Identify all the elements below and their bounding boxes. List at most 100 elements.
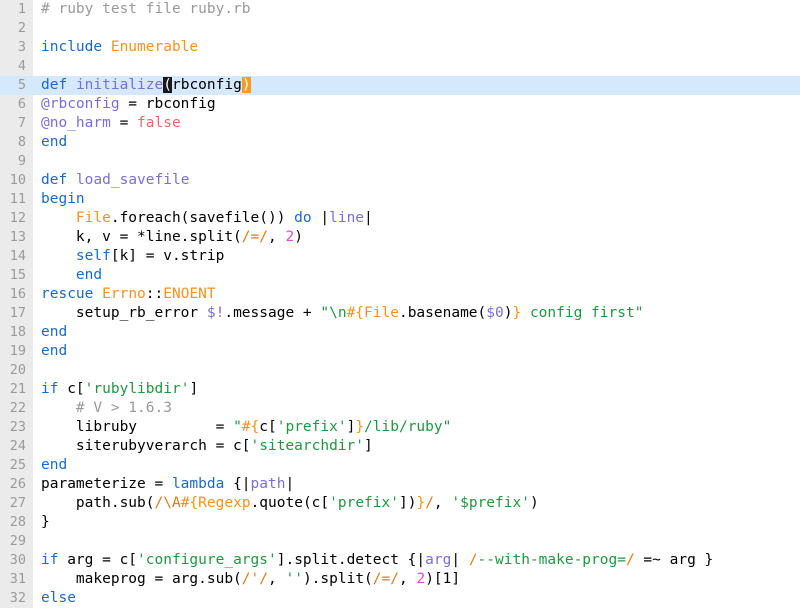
code-token: 2 bbox=[416, 571, 426, 587]
code-token: File bbox=[75, 210, 111, 226]
code-line[interactable]: 19 end bbox=[0, 342, 800, 361]
code-token: # ruby test file ruby.rb bbox=[41, 1, 251, 17]
code-line[interactable]: 22 # V > 1.6.3 bbox=[0, 399, 800, 418]
code-token: 'sitearchdir' bbox=[250, 438, 365, 454]
code-line-text: siterubyverarch = c['sitearchdir'] bbox=[33, 437, 373, 456]
code-line[interactable]: 14 self[k] = v.strip bbox=[0, 247, 800, 266]
line-number: 22 bbox=[0, 399, 33, 418]
line-number: 29 bbox=[0, 532, 33, 551]
code-line[interactable]: 9 bbox=[0, 152, 800, 171]
code-line[interactable]: 31 makeprog = arg.sub(/'/, '').split(/=/… bbox=[0, 570, 800, 589]
code-token: def bbox=[41, 77, 68, 93]
code-line-text: end bbox=[33, 323, 67, 342]
code-token: if bbox=[41, 552, 59, 568]
code-line-text: # V > 1.6.3 bbox=[33, 399, 172, 418]
code-line[interactable]: 6 @rbconfig = rbconfig bbox=[0, 95, 800, 114]
line-number: 28 bbox=[0, 513, 33, 532]
code-line[interactable]: 26 parameterize = lambda {|path| bbox=[0, 475, 800, 494]
code-token: include bbox=[41, 39, 103, 55]
code-token: .basename( bbox=[398, 305, 487, 321]
code-line[interactable]: 2 bbox=[0, 19, 800, 38]
line-number: 17 bbox=[0, 304, 33, 323]
code-line-text: rescue Errno::ENOENT bbox=[33, 285, 216, 304]
code-line[interactable]: 18 end bbox=[0, 323, 800, 342]
code-editor[interactable]: 1 # ruby test file ruby.rb 2 3 include Enume… bbox=[0, 0, 800, 608]
code-token: end bbox=[41, 134, 68, 150]
code-line-text: @no_harm = false bbox=[33, 114, 181, 133]
code-token: /'/ bbox=[241, 571, 268, 587]
code-token: | bbox=[311, 210, 330, 226]
code-line[interactable]: 30 if arg = c['configure_args'].split.det… bbox=[0, 551, 800, 570]
line-number: 23 bbox=[0, 418, 33, 437]
code-token: , bbox=[268, 229, 286, 245]
code-token: Errno bbox=[102, 286, 146, 302]
code-line[interactable]: 5 def initialize(rbconfig) bbox=[0, 76, 800, 95]
code-line-text: else bbox=[33, 589, 76, 608]
code-token: do bbox=[294, 210, 312, 226]
code-line[interactable]: 27 path.sub(/\A#{Regexp.quote(c['prefix'… bbox=[0, 494, 800, 513]
code-token: rescue bbox=[41, 286, 94, 302]
code-line[interactable]: 20 bbox=[0, 361, 800, 380]
code-token: lambda bbox=[171, 476, 225, 492]
code-line[interactable]: 28} bbox=[0, 513, 800, 532]
code-token: --with-make-prog= bbox=[477, 552, 626, 568]
code-token: , bbox=[433, 495, 452, 511]
code-line[interactable]: 10 def load_savefile bbox=[0, 171, 800, 190]
code-token: begin bbox=[41, 191, 85, 207]
code-line-text: include Enumerable bbox=[33, 38, 198, 57]
code-token: | bbox=[364, 210, 373, 226]
code-line-text: parameterize = lambda {|path| bbox=[33, 475, 294, 494]
code-line[interactable]: 32 else bbox=[0, 589, 800, 608]
code-token: def bbox=[41, 172, 68, 188]
code-token: setup_rb_error bbox=[41, 305, 207, 321]
code-token: 'configure_args' bbox=[137, 552, 277, 568]
code-token: Enumerable bbox=[110, 39, 199, 55]
code-token: path bbox=[250, 476, 286, 492]
code-token: if bbox=[41, 381, 59, 397]
code-token: / bbox=[425, 495, 434, 511]
code-token: } bbox=[416, 495, 426, 511]
code-token: end bbox=[41, 343, 68, 359]
code-lines-container[interactable]: 1 # ruby test file ruby.rb 2 3 include Enume… bbox=[0, 0, 800, 608]
code-token: [k] = v.strip bbox=[110, 248, 225, 264]
code-line-text: libruby = "#{c['prefix']}/lib/ruby" bbox=[33, 418, 451, 437]
code-token: } bbox=[512, 305, 522, 321]
code-line[interactable]: 29 bbox=[0, 532, 800, 551]
code-line[interactable]: 13 k, v = *line.split(/=/, 2) bbox=[0, 228, 800, 247]
code-token: ) bbox=[529, 495, 539, 511]
code-token: end bbox=[41, 457, 68, 473]
code-line[interactable]: 1 # ruby test file ruby.rb bbox=[0, 0, 800, 19]
line-number: 15 bbox=[0, 266, 33, 285]
code-token: siterubyverarch = c[ bbox=[41, 438, 251, 454]
code-line[interactable]: 21 if c['rubylibdir'] bbox=[0, 380, 800, 399]
code-line[interactable]: 17 setup_rb_error $!.message + "\n#{File… bbox=[0, 304, 800, 323]
line-number: 9 bbox=[0, 152, 33, 171]
code-line[interactable]: 12 File.foreach(savefile()) do |line| bbox=[0, 209, 800, 228]
code-token: $0 bbox=[486, 305, 504, 321]
code-line-text: def load_savefile bbox=[33, 171, 189, 190]
code-line[interactable]: 24 siterubyverarch = c['sitearchdir'] bbox=[0, 437, 800, 456]
code-line-text: File.foreach(savefile()) do |line| bbox=[33, 209, 373, 228]
code-token: line bbox=[329, 210, 365, 226]
code-line[interactable]: 25 end bbox=[0, 456, 800, 475]
code-token: = rbconfig bbox=[119, 96, 216, 112]
line-number: 30 bbox=[0, 551, 33, 570]
code-line[interactable]: 11 begin bbox=[0, 190, 800, 209]
code-line[interactable]: 8 end bbox=[0, 133, 800, 152]
code-line[interactable]: 7 @no_harm = false bbox=[0, 114, 800, 133]
code-line[interactable]: 16 rescue Errno::ENOENT bbox=[0, 285, 800, 304]
code-line[interactable]: 15 end bbox=[0, 266, 800, 285]
code-line[interactable]: 4 bbox=[0, 57, 800, 76]
code-token: =~ arg } bbox=[634, 552, 714, 568]
line-number: 4 bbox=[0, 57, 33, 76]
code-token: / bbox=[625, 552, 635, 568]
code-token: ( bbox=[163, 77, 172, 93]
code-line[interactable]: 23 libruby = "#{c['prefix']}/lib/ruby" bbox=[0, 418, 800, 437]
code-token: ] bbox=[189, 381, 199, 397]
code-line-text: if arg = c['configure_args'].split.detec… bbox=[33, 551, 713, 570]
code-line[interactable]: 3 include Enumerable bbox=[0, 38, 800, 57]
